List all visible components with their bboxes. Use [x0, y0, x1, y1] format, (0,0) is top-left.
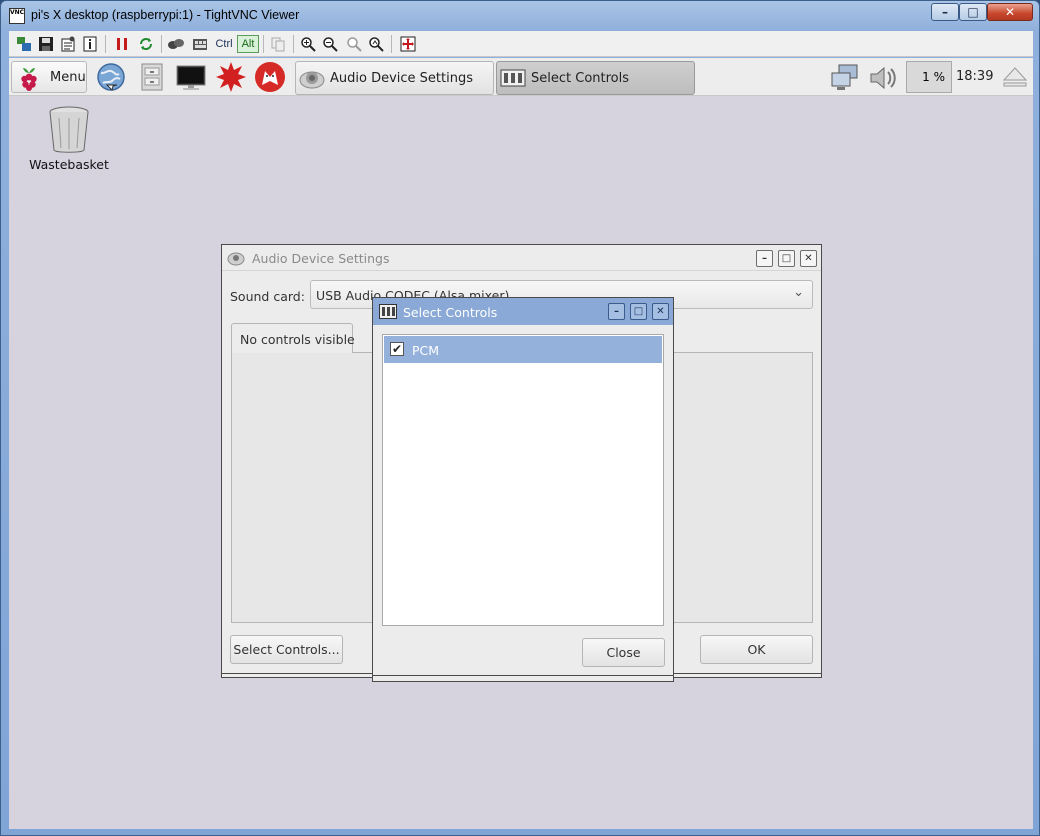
- vnc-app-icon: VNC: [9, 8, 25, 24]
- close-icon: ✕: [804, 253, 813, 264]
- wolfram-icon[interactable]: [254, 61, 286, 93]
- toolbar-separator: [263, 35, 264, 53]
- options-icon[interactable]: [59, 35, 77, 53]
- chevron-down-icon: ⌄: [793, 285, 804, 300]
- minimize-icon: –: [762, 253, 767, 264]
- controls-list[interactable]: ✔ PCM: [382, 334, 664, 626]
- toolbar-separator: [105, 35, 106, 53]
- select-controls-icon: [379, 304, 397, 319]
- minimize-button[interactable]: –: [608, 303, 625, 320]
- eject-icon[interactable]: [1002, 66, 1028, 88]
- cpu-monitor: 1 %: [906, 61, 952, 93]
- zoom-out-icon[interactable]: [321, 35, 339, 53]
- send-keys-icon[interactable]: [191, 35, 209, 53]
- select-controls-button[interactable]: Select Controls...: [230, 635, 343, 664]
- clock[interactable]: 18:39: [956, 69, 993, 84]
- wastebasket-label: Wastebasket: [29, 157, 109, 172]
- zoom-in-icon[interactable]: [299, 35, 317, 53]
- sound-card-label: Sound card:: [230, 289, 305, 304]
- close-icon: ✕: [1004, 5, 1016, 19]
- ok-button[interactable]: OK: [700, 635, 813, 664]
- list-item-pcm[interactable]: ✔ PCM: [384, 336, 662, 363]
- audio-settings-icon: [299, 71, 325, 89]
- list-item-label: PCM: [412, 343, 440, 358]
- mathematica-icon[interactable]: [215, 61, 247, 93]
- maximize-icon: □: [781, 253, 792, 264]
- lxde-panel: Menu Audio Device Settings Select Contro…: [9, 58, 1033, 96]
- maximize-button[interactable]: □: [630, 303, 647, 320]
- window-title: pi's X desktop (raspberrypi:1) - TightVN…: [31, 8, 300, 22]
- close-icon: ✕: [656, 306, 665, 317]
- audio-settings-title: Audio Device Settings: [252, 251, 390, 266]
- maximize-icon: □: [967, 5, 979, 19]
- select-controls-icon: [500, 69, 526, 87]
- close-button[interactable]: ✕: [652, 303, 669, 320]
- close-button[interactable]: ✕: [987, 3, 1033, 21]
- ctrl-toggle[interactable]: Ctrl: [213, 35, 235, 53]
- terminal-icon[interactable]: [175, 61, 207, 93]
- toolbar-separator: [161, 35, 162, 53]
- cpu-usage-text: 1 %: [922, 70, 945, 84]
- volume-icon[interactable]: [867, 63, 899, 93]
- minimize-button[interactable]: –: [756, 250, 773, 267]
- wastebasket-icon[interactable]: [47, 106, 91, 154]
- new-connection-icon[interactable]: [15, 35, 33, 53]
- pcm-checkbox[interactable]: ✔: [390, 342, 404, 356]
- file-manager-icon[interactable]: [136, 61, 168, 93]
- task-audio-device-settings[interactable]: Audio Device Settings: [295, 61, 494, 95]
- network-icon[interactable]: [829, 63, 861, 93]
- minimize-icon: –: [942, 5, 948, 19]
- save-icon[interactable]: [37, 35, 55, 53]
- fullscreen-icon[interactable]: [399, 35, 417, 53]
- pause-icon[interactable]: [113, 35, 131, 53]
- send-ctrl-alt-del-icon[interactable]: [167, 35, 185, 53]
- web-browser-icon[interactable]: [95, 61, 127, 93]
- window-bottom-border: [373, 675, 673, 680]
- select-controls-dialog: Select Controls – □ ✕ ✔ PCM Close: [372, 297, 674, 682]
- remote-desktop[interactable]: Menu Audio Device Settings Select Contro…: [9, 58, 1033, 829]
- window-titlebar[interactable]: VNC pi's X desktop (raspberrypi:1) - Tig…: [1, 1, 1040, 31]
- tab-label: No controls visible: [240, 332, 355, 347]
- zoom-auto-icon[interactable]: [367, 35, 385, 53]
- menu-button[interactable]: Menu: [11, 61, 87, 93]
- info-icon[interactable]: [81, 35, 99, 53]
- select-controls-title: Select Controls: [403, 305, 498, 320]
- task-label: Audio Device Settings: [330, 71, 473, 86]
- refresh-icon[interactable]: [137, 35, 155, 53]
- toolbar-separator: [391, 35, 392, 53]
- tightvnc-window: VNC pi's X desktop (raspberrypi:1) - Tig…: [0, 0, 1040, 836]
- maximize-button[interactable]: □: [778, 250, 795, 267]
- copy-icon[interactable]: [269, 35, 287, 53]
- toolbar-separator: [293, 35, 294, 53]
- close-dialog-button[interactable]: Close: [582, 638, 665, 667]
- menu-label: Menu: [50, 70, 86, 85]
- maximize-icon: □: [633, 306, 644, 317]
- task-label: Select Controls: [531, 71, 630, 86]
- tab-no-controls[interactable]: No controls visible: [231, 323, 355, 353]
- maximize-button[interactable]: □: [959, 3, 987, 21]
- zoom-100-icon[interactable]: [345, 35, 363, 53]
- minimize-icon: –: [614, 306, 619, 317]
- task-select-controls[interactable]: Select Controls: [496, 61, 695, 95]
- alt-toggle[interactable]: Alt: [237, 35, 259, 53]
- raspberry-pi-icon: [21, 68, 37, 91]
- select-controls-titlebar[interactable]: Select Controls – □ ✕: [373, 298, 673, 325]
- minimize-button[interactable]: –: [931, 3, 959, 21]
- audio-settings-icon: [227, 252, 245, 266]
- audio-settings-titlebar[interactable]: Audio Device Settings – □ ✕: [222, 245, 821, 271]
- close-button[interactable]: ✕: [800, 250, 817, 267]
- vnc-toolbar: Ctrl Alt: [9, 31, 1033, 57]
